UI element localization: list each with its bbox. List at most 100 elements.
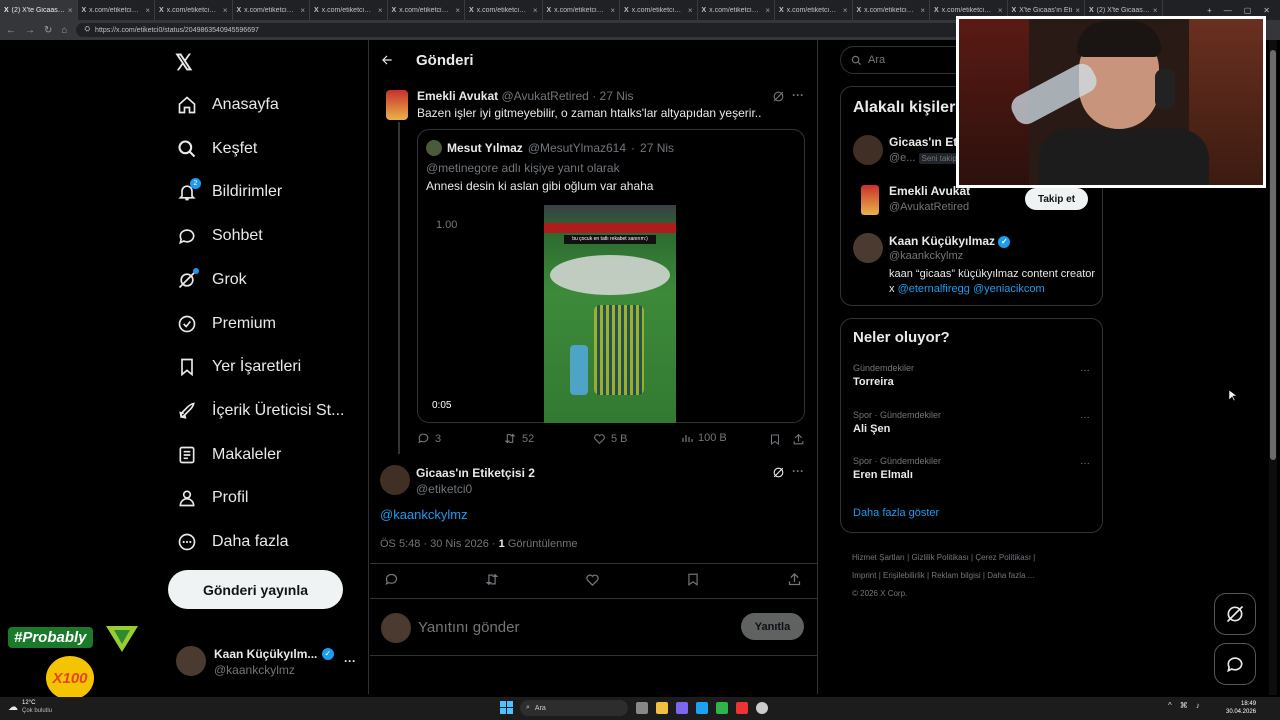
tab-close-icon[interactable]: ×: [920, 6, 925, 15]
app-icon[interactable]: [736, 702, 748, 714]
grok-icon[interactable]: [772, 466, 785, 479]
more-icon[interactable]: ···: [792, 88, 804, 102]
focal-tweet-mention[interactable]: @kaankckylmz: [380, 507, 468, 522]
views-button[interactable]: 100 B: [681, 432, 727, 444]
reply-input[interactable]: [418, 615, 718, 639]
trend-item[interactable]: Spor · Gündemdekiler Eren Elmalı ···: [853, 456, 1102, 488]
taskbar-search[interactable]: ⌕ Ara: [520, 700, 628, 716]
browser-tab[interactable]: X(2) X'te Gicaas'ın E×: [0, 0, 78, 20]
tab-close-icon[interactable]: ×: [610, 6, 615, 15]
grok-icon[interactable]: [772, 90, 785, 103]
trend-more-icon[interactable]: ···: [1080, 365, 1090, 376]
edge-icon[interactable]: [696, 702, 708, 714]
back-nav-icon[interactable]: ←: [6, 25, 16, 36]
video-player[interactable]: bu çocuk en tatlı rekabet sanırım:) 1.00…: [418, 198, 804, 423]
chrome-icon[interactable]: [716, 702, 728, 714]
tab-close-icon[interactable]: ×: [455, 6, 460, 15]
tab-close-icon[interactable]: ×: [1153, 6, 1158, 15]
share-icon[interactable]: [792, 433, 805, 446]
sidebar-item-i-erik-reticisi-st-[interactable]: İçerik Üreticisi St...: [172, 394, 348, 428]
author-handle[interactable]: @AvukatRetired: [502, 89, 589, 103]
repost-icon[interactable]: [484, 572, 500, 587]
volume-icon[interactable]: ♪: [1196, 701, 1200, 710]
post-button[interactable]: Gönderi yayınla: [168, 570, 343, 609]
bookmark-icon[interactable]: [769, 433, 781, 446]
tab-close-icon[interactable]: ×: [145, 6, 150, 15]
reply-button[interactable]: 3: [417, 432, 441, 445]
trend-more-icon[interactable]: ···: [1080, 458, 1090, 469]
tweet-date[interactable]: 27 Nis: [600, 89, 634, 103]
home-nav-icon[interactable]: ⌂: [61, 25, 67, 36]
sidebar-item-yer-i-aretleri[interactable]: Yer İşaretleri: [172, 350, 305, 384]
reply-icon[interactable]: [384, 572, 399, 587]
footer-link[interactable]: Daha fazla ...: [987, 571, 1034, 580]
heart-icon[interactable]: [585, 572, 600, 587]
windows-start-icon[interactable]: [500, 701, 513, 714]
bio-link[interactable]: @eternalfiregg: [898, 283, 970, 295]
focal-author-name[interactable]: Gicaas'ın Etiketçisi 2: [416, 466, 535, 480]
url-field[interactable]: ⛭ https://x.com/etiketci0/status/2049863…: [76, 23, 977, 37]
maximize-icon[interactable]: ▢: [1244, 6, 1252, 15]
browser-tab[interactable]: Xx.com/etiketci0/sta ×: [465, 0, 543, 20]
sidebar-item-sohbet[interactable]: Sohbet: [172, 219, 267, 253]
sidebar-item-premium[interactable]: Premium: [172, 307, 280, 341]
show-more-link[interactable]: Daha fazla göster: [853, 507, 939, 519]
discord-icon[interactable]: [676, 702, 688, 714]
footer-link[interactable]: Çerez Politikası: [975, 553, 1031, 562]
footer-link[interactable]: Reklam bilgisi: [931, 571, 980, 580]
trend-more-icon[interactable]: ···: [1080, 412, 1090, 423]
repost-button[interactable]: 52: [503, 432, 534, 445]
follow-button[interactable]: Takip et: [1025, 188, 1089, 210]
footer-link[interactable]: Hizmet Şartları: [852, 553, 905, 562]
close-window-icon[interactable]: ✕: [1263, 6, 1270, 15]
browser-tab[interactable]: Xx.com/etiketci0/sta ×: [78, 0, 155, 20]
sidebar-item-daha-fazla[interactable]: Daha fazla: [172, 525, 293, 559]
browser-tab[interactable]: Xx.com/etiketci0/sta ×: [620, 0, 698, 20]
sidebar-item-grok[interactable]: Grok: [172, 263, 251, 297]
focal-author-handle[interactable]: @etiketci0: [416, 482, 472, 496]
tab-close-icon[interactable]: ×: [68, 6, 73, 15]
footer-link[interactable]: Imprint: [852, 571, 876, 580]
browser-tab[interactable]: Xx.com/etiketci0/sta ×: [388, 0, 465, 20]
forward-nav-icon[interactable]: →: [25, 25, 35, 36]
sidebar-item-makaleler[interactable]: Makaleler: [172, 438, 285, 472]
bookmark-icon[interactable]: [686, 572, 700, 587]
tab-close-icon[interactable]: ×: [998, 6, 1003, 15]
browser-tab[interactable]: Xx.com/etiketci0/sta ×: [853, 0, 930, 20]
browser-tab[interactable]: Xx.com/etiketci0/sta ×: [233, 0, 310, 20]
avatar[interactable]: [853, 135, 883, 165]
tweet-timestamp[interactable]: ÖS 5:48 · 30 Nis 2026 ·: [380, 538, 496, 550]
trend-item[interactable]: Gündemdekiler Torreira ···: [853, 363, 1102, 395]
taskbar-clock[interactable]: 18:49 30.04.2026: [1226, 700, 1256, 716]
tab-close-icon[interactable]: ×: [843, 6, 848, 15]
author-name[interactable]: Emekli Avukat: [417, 89, 498, 103]
x-logo[interactable]: 𝕏: [175, 50, 193, 76]
avatar[interactable]: [853, 233, 883, 263]
browser-tab[interactable]: Xx.com/etiketci0/sta ×: [543, 0, 620, 20]
account-more-icon[interactable]: ···: [344, 654, 356, 668]
sidebar-item-bildirimler[interactable]: 2 Bildirimler: [172, 175, 286, 209]
reload-icon[interactable]: ↻: [44, 25, 52, 36]
sidebar-item-ke-fet[interactable]: Keşfet: [172, 132, 261, 166]
tab-close-icon[interactable]: ×: [223, 6, 228, 15]
scrollbar-track[interactable]: [1269, 40, 1277, 695]
tab-close-icon[interactable]: ×: [533, 6, 538, 15]
site-info-icon[interactable]: ⛭: [84, 26, 90, 34]
tray-chevron-icon[interactable]: ^: [1168, 701, 1172, 710]
tab-close-icon[interactable]: ×: [378, 6, 383, 15]
related-name[interactable]: Kaan Küçükyılmaz: [889, 234, 995, 248]
tab-close-icon[interactable]: ×: [688, 6, 693, 15]
browser-tab[interactable]: Xx.com/etiketci0/sta ×: [698, 0, 775, 20]
avatar[interactable]: [861, 185, 879, 215]
obs-icon[interactable]: [756, 702, 768, 714]
scrollbar-thumb[interactable]: [1270, 50, 1276, 460]
back-arrow-icon[interactable]: [380, 53, 394, 67]
bio-link[interactable]: @yeniacikcom: [973, 283, 1045, 295]
network-icon[interactable]: ⌘: [1180, 701, 1188, 710]
browser-tab[interactable]: Xx.com/etiketci0/sta ×: [155, 0, 233, 20]
trend-item[interactable]: Spor · Gündemdekiler Ali Şen ···: [853, 410, 1102, 442]
tab-close-icon[interactable]: ×: [1075, 6, 1080, 15]
tab-close-icon[interactable]: ×: [765, 6, 770, 15]
share-icon[interactable]: [787, 572, 802, 587]
playback-speed[interactable]: 1.00: [436, 219, 457, 231]
